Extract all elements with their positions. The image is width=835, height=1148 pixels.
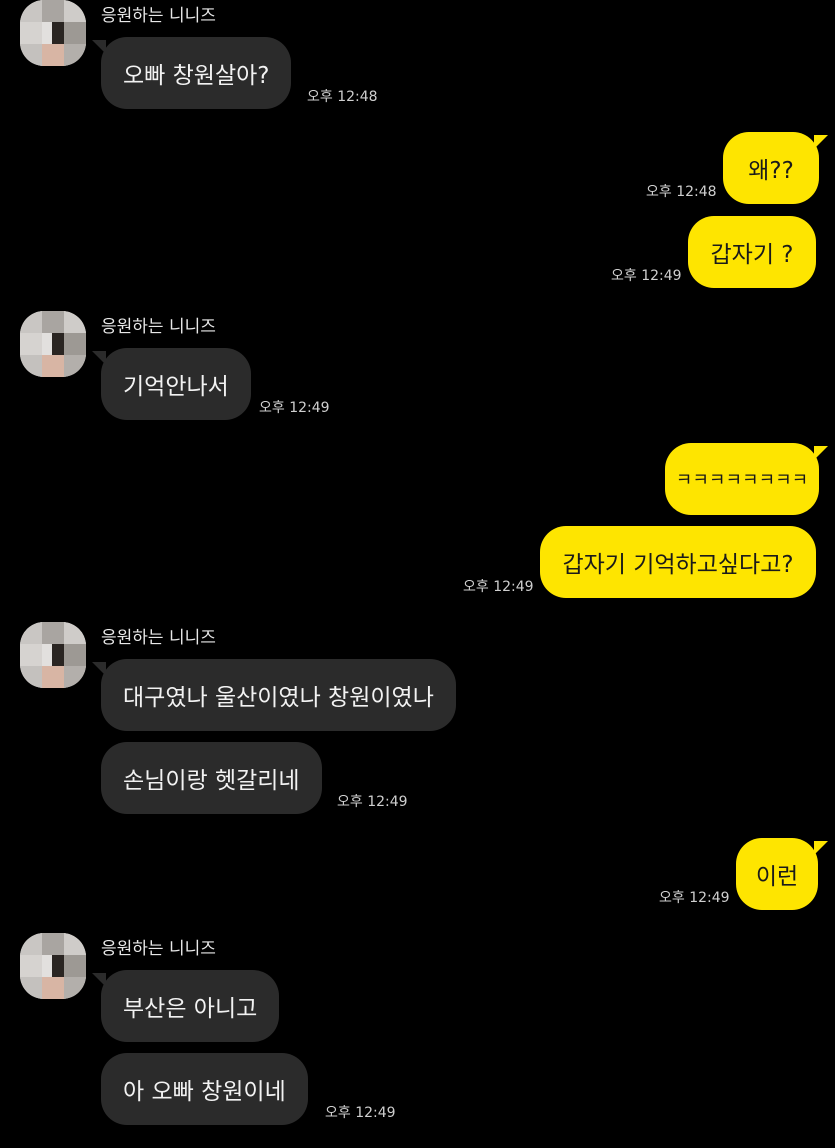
chat-message-list[interactable]: 응원하는 니니즈 오빠 창원살아? 오후 12:48 왜?? 오후 12:48 … [0, 0, 835, 1148]
message-bubble-outgoing[interactable]: 이런 [736, 838, 818, 910]
message-bubble-incoming[interactable]: 아 오빠 창원이네 [101, 1053, 308, 1125]
bubble-tail [814, 841, 828, 855]
message-timestamp: 오후 12:49 [337, 794, 408, 810]
message-timestamp: 오후 12:48 [646, 184, 717, 200]
sender-avatar[interactable] [20, 311, 86, 377]
message-bubble-incoming[interactable]: 기억안나서 [101, 348, 251, 420]
message-timestamp: 오후 12:49 [659, 890, 730, 906]
sender-name: 응원하는 니니즈 [101, 939, 216, 959]
sender-avatar[interactable] [20, 0, 86, 66]
message-bubble-incoming[interactable]: 부산은 아니고 [101, 970, 280, 1042]
message-bubble-incoming[interactable]: 손님이랑 헷갈리네 [101, 742, 322, 814]
bubble-tail [814, 446, 828, 460]
message-timestamp: 오후 12:48 [307, 89, 378, 105]
sender-name: 응원하는 니니즈 [101, 6, 216, 26]
pixelated-avatar-icon [20, 622, 86, 688]
message-bubble-outgoing[interactable]: 갑자기 기억하고싶다고? [540, 526, 816, 598]
sender-name: 응원하는 니니즈 [101, 317, 216, 337]
sender-avatar[interactable] [20, 622, 86, 688]
message-bubble-outgoing[interactable]: 왜?? [723, 132, 819, 204]
bubble-tail [814, 135, 828, 149]
message-bubble-outgoing[interactable]: ㅋㅋㅋㅋㅋㅋㅋㅋ [665, 443, 819, 515]
message-bubble-outgoing[interactable]: 갑자기 ? [688, 216, 816, 288]
pixelated-avatar-icon [20, 933, 86, 999]
message-timestamp: 오후 12:49 [259, 400, 330, 416]
message-bubble-incoming[interactable]: 오빠 창원살아? [101, 37, 292, 109]
message-bubble-incoming[interactable]: 대구였나 울산이였나 창원이였나 [101, 659, 456, 731]
sender-avatar[interactable] [20, 933, 86, 999]
message-timestamp: 오후 12:49 [325, 1105, 396, 1121]
pixelated-avatar-icon [20, 311, 86, 377]
message-timestamp: 오후 12:49 [611, 268, 682, 284]
message-timestamp: 오후 12:49 [463, 579, 534, 595]
pixelated-avatar-icon [20, 0, 86, 66]
sender-name: 응원하는 니니즈 [101, 628, 216, 648]
